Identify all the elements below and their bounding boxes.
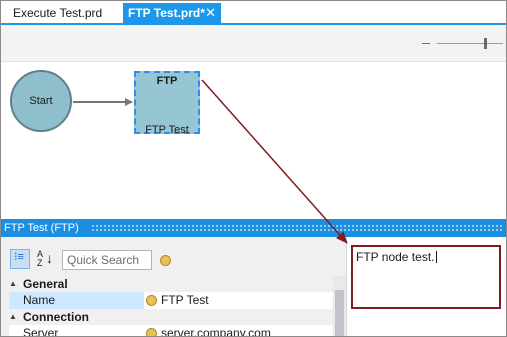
designer-window: Execute Test.prd FTP Test.prd* ✕ Start F… xyxy=(0,0,507,337)
zoom-slider-track[interactable] xyxy=(437,43,503,44)
start-node[interactable]: Start xyxy=(10,70,72,132)
start-node-label: Start xyxy=(29,95,53,107)
row-gutter xyxy=(1,292,9,309)
ftp-node-title: FTP xyxy=(156,75,178,87)
tab-label: Execute Test.prd xyxy=(13,6,103,20)
collapse-icon[interactable]: ▲ xyxy=(9,309,17,325)
quick-search-input[interactable] xyxy=(62,250,152,270)
collapse-icon[interactable]: ▲ xyxy=(9,276,17,292)
categorized-view-button[interactable]: ⁝≡ xyxy=(10,249,30,269)
sort-arrow-icon: ↓ xyxy=(46,250,53,266)
property-grid-scrollbar[interactable] xyxy=(333,276,346,336)
category-label: Connection xyxy=(23,310,89,324)
zoom-slider-thumb[interactable] xyxy=(484,38,487,49)
property-row-server[interactable]: Server server.company.com xyxy=(1,325,333,336)
category-general[interactable]: ▲ General xyxy=(1,276,333,292)
category-connection[interactable]: ▲ Connection xyxy=(1,309,333,325)
process-canvas[interactable]: Start FTP FTP Test xyxy=(1,25,506,217)
property-name-cell[interactable]: Name xyxy=(9,292,144,309)
close-icon[interactable]: ✕ xyxy=(205,3,216,23)
categorized-icon: ⁝≡ xyxy=(14,251,24,263)
property-grid: ⁝≡ A Z ↓ ▲ General Name FTP Test ▲ xyxy=(1,237,346,336)
category-label: General xyxy=(23,277,68,291)
zoom-out-icon[interactable] xyxy=(422,43,430,44)
tab-execute-test[interactable]: Execute Test.prd xyxy=(5,3,123,23)
document-tab-strip: Execute Test.prd FTP Test.prd* ✕ xyxy=(1,1,506,25)
tab-label: FTP Test.prd* xyxy=(128,6,205,20)
property-grid-toolbar: ⁝≡ A Z ↓ xyxy=(1,237,346,273)
canvas-toolbar xyxy=(1,25,506,62)
description-text: FTP node test. xyxy=(356,250,435,264)
panel-grip[interactable] xyxy=(91,224,504,232)
sort-alphabetical-button[interactable]: A Z ↓ xyxy=(35,249,55,269)
sort-z-glyph: Z xyxy=(37,258,43,268)
text-caret xyxy=(435,251,437,263)
properties-panel-title: FTP Test (FTP) xyxy=(4,222,79,234)
search-options-icon[interactable] xyxy=(160,255,171,266)
properties-panel-header: FTP Test (FTP) xyxy=(1,219,506,237)
ftp-node[interactable]: FTP FTP Test xyxy=(134,71,200,136)
property-value-cell[interactable]: server.company.com xyxy=(161,325,271,336)
description-panel: FTP node test. xyxy=(346,237,506,336)
binding-icon[interactable] xyxy=(146,328,157,336)
description-textbox[interactable]: FTP node test. xyxy=(351,245,501,309)
ftp-node-label: FTP Test xyxy=(145,124,189,136)
binding-icon[interactable] xyxy=(146,295,157,306)
property-table: ▲ General Name FTP Test ▲ Connection Ser… xyxy=(1,276,333,336)
property-value-cell[interactable]: FTP Test xyxy=(161,292,209,309)
tab-ftp-test[interactable]: FTP Test.prd* ✕ xyxy=(123,3,221,23)
scrollbar-thumb[interactable] xyxy=(335,290,344,336)
row-gutter xyxy=(1,325,9,336)
property-name-cell[interactable]: Server xyxy=(9,325,144,336)
property-row-name[interactable]: Name FTP Test xyxy=(1,292,333,309)
